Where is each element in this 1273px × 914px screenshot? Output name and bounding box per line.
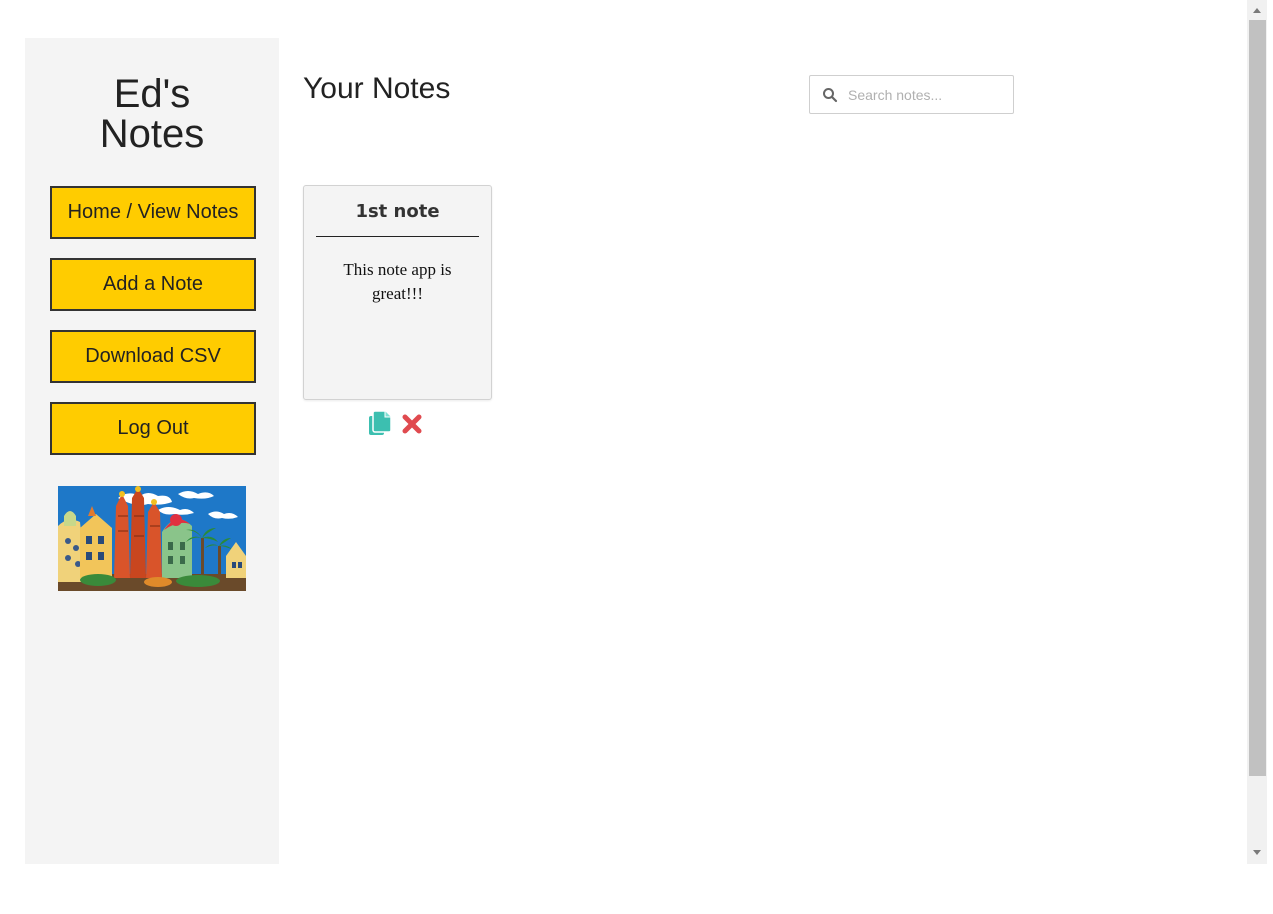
sidebar: Ed's Notes Home / View Notes Add a Note … <box>25 38 279 864</box>
home-view-notes-button[interactable]: Home / View Notes <box>50 186 256 239</box>
log-out-button[interactable]: Log Out <box>50 402 256 455</box>
search-input[interactable] <box>848 76 1008 113</box>
site-title: Ed's Notes <box>25 74 279 154</box>
page-title: Your Notes <box>303 72 451 105</box>
delete-icon[interactable] <box>401 413 423 435</box>
scrollbar-thumb[interactable] <box>1249 20 1266 776</box>
site-title-line1: Ed's <box>113 72 191 116</box>
scroll-down-arrow-icon[interactable] <box>1247 842 1267 862</box>
site-title-line2: Notes <box>99 112 205 156</box>
vertical-scrollbar[interactable] <box>1247 0 1267 864</box>
search-icon <box>823 88 838 103</box>
note-card[interactable]: 1st note This note app is great!!! <box>303 185 492 400</box>
scroll-up-arrow-icon[interactable] <box>1247 0 1267 20</box>
add-note-button[interactable]: Add a Note <box>50 258 256 311</box>
search-box[interactable] <box>809 75 1014 114</box>
copy-icon[interactable] <box>368 410 392 436</box>
note-divider <box>316 236 479 237</box>
barcelona-illustration <box>58 486 246 591</box>
note-body: This note app is great!!! <box>343 260 452 303</box>
note-title: 1st note <box>355 201 440 222</box>
page: Ed's Notes Home / View Notes Add a Note … <box>0 0 1273 914</box>
download-csv-button[interactable]: Download CSV <box>50 330 256 383</box>
